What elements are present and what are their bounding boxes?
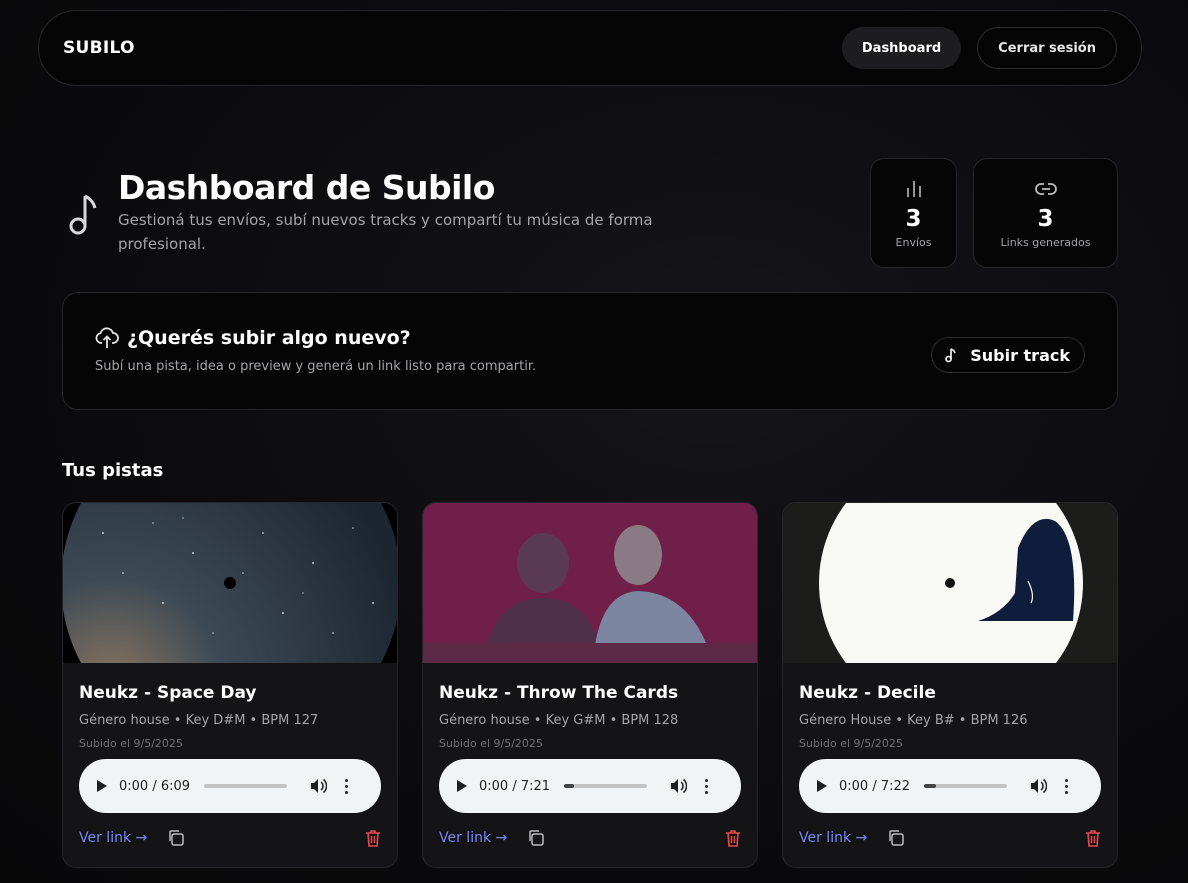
- player-time: 0:00 / 7:22: [839, 778, 911, 794]
- brand-logo[interactable]: SUBILO: [63, 38, 135, 58]
- audio-player: 0:00 / 6:09: [79, 759, 381, 813]
- track-card: Neukz - Decile Género House • Key B# • B…: [782, 502, 1118, 868]
- player-time: 0:00 / 6:09: [119, 778, 191, 794]
- seek-bar[interactable]: [564, 784, 648, 788]
- copy-icon[interactable]: [167, 829, 185, 847]
- nav-actions: Dashboard Cerrar sesión: [841, 27, 1117, 69]
- stat-label: Envíos: [895, 235, 932, 249]
- dashboard-header: Dashboard de Subilo Gestioná tus envíos,…: [62, 168, 708, 256]
- more-options-icon[interactable]: [705, 778, 709, 794]
- track-cover: [783, 503, 1117, 663]
- delete-icon[interactable]: [725, 829, 741, 847]
- copy-icon[interactable]: [527, 829, 545, 847]
- track-actions: Ver link →: [79, 829, 381, 847]
- seek-bar-fill: [924, 784, 937, 788]
- track-meta: Género House • Key B# • BPM 126: [799, 713, 1028, 728]
- play-icon[interactable]: [817, 780, 827, 792]
- track-cover: [423, 503, 757, 663]
- page-subtitle: Gestioná tus envíos, subí nuevos tracks …: [118, 211, 653, 253]
- track-actions: Ver link →: [439, 829, 741, 847]
- seek-bar[interactable]: [204, 784, 288, 788]
- cloud-upload-icon: [95, 327, 119, 348]
- hero-text: Dashboard de Subilo Gestioná tus envíos,…: [118, 168, 708, 256]
- track-card: Neukz - Throw The Cards Género house • K…: [422, 502, 758, 868]
- upload-title-text: ¿Querés subir algo nuevo?: [127, 327, 411, 349]
- track-card: Neukz - Space Day Género house • Key D#M…: [62, 502, 398, 868]
- track-title: Neukz - Space Day: [79, 683, 257, 703]
- track-date: Subido el 9/5/2025: [799, 737, 903, 750]
- logout-button[interactable]: Cerrar sesión: [977, 27, 1117, 69]
- stat-card-envios: 3 Envíos: [870, 158, 957, 268]
- audio-player: 0:00 / 7:22: [799, 759, 1101, 813]
- upload-panel: ¿Querés subir algo nuevo? Subí una pista…: [62, 292, 1118, 410]
- track-date: Subido el 9/5/2025: [439, 737, 543, 750]
- upload-track-label: Subir track: [970, 345, 1070, 365]
- track-title: Neukz - Decile: [799, 683, 936, 703]
- delete-icon[interactable]: [365, 829, 381, 847]
- player-time: 0:00 / 7:21: [479, 778, 551, 794]
- top-navbar: SUBILO Dashboard Cerrar sesión: [38, 10, 1142, 86]
- page-title: Dashboard de Subilo: [118, 168, 495, 207]
- play-icon[interactable]: [457, 780, 467, 792]
- stat-card-links: 3 Links generados: [973, 158, 1118, 268]
- more-options-icon[interactable]: [1065, 778, 1069, 794]
- stat-value: 3: [905, 205, 922, 232]
- stat-value: 3: [1037, 205, 1054, 232]
- seek-bar-fill: [564, 784, 574, 788]
- track-actions: Ver link →: [799, 829, 1101, 847]
- delete-icon[interactable]: [1085, 829, 1101, 847]
- audio-player: 0:00 / 7:21: [439, 759, 741, 813]
- upload-subtitle: Subí una pista, idea o preview y generá …: [95, 359, 537, 374]
- upload-title: ¿Querés subir algo nuevo?: [95, 327, 411, 349]
- play-icon[interactable]: [97, 780, 107, 792]
- view-link[interactable]: Ver link →: [79, 830, 147, 846]
- upload-track-button[interactable]: Subir track: [931, 337, 1085, 373]
- more-options-icon[interactable]: [345, 778, 349, 794]
- music-note-icon: [945, 348, 956, 363]
- link-icon: [1034, 182, 1057, 195]
- seek-bar[interactable]: [924, 784, 1008, 788]
- copy-icon[interactable]: [887, 829, 905, 847]
- stat-label: Links generados: [1000, 235, 1091, 249]
- bar-chart-icon: [906, 180, 921, 197]
- track-date: Subido el 9/5/2025: [79, 737, 183, 750]
- tracks-section-title: Tus pistas: [62, 460, 164, 481]
- dashboard-button[interactable]: Dashboard: [841, 27, 962, 69]
- volume-icon[interactable]: [309, 778, 328, 794]
- music-note-icon: [69, 194, 97, 235]
- volume-icon[interactable]: [1029, 778, 1048, 794]
- view-link[interactable]: Ver link →: [439, 830, 507, 846]
- track-title: Neukz - Throw The Cards: [439, 683, 679, 703]
- view-link[interactable]: Ver link →: [799, 830, 867, 846]
- track-meta: Género house • Key G#M • BPM 128: [439, 713, 679, 728]
- track-meta: Género house • Key D#M • BPM 127: [79, 713, 319, 728]
- volume-icon[interactable]: [669, 778, 688, 794]
- track-cover: [63, 503, 397, 663]
